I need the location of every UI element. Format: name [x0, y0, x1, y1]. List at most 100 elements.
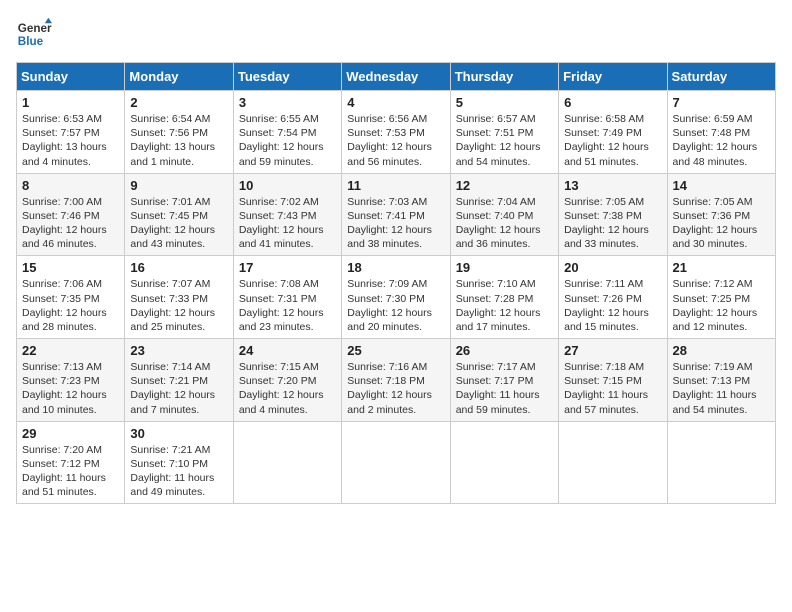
calendar-cell: 9 Sunrise: 7:01 AM Sunset: 7:45 PM Daylig…	[125, 173, 233, 256]
calendar-cell	[233, 421, 341, 504]
day-number: 26	[456, 343, 553, 358]
dow-header: Saturday	[667, 63, 775, 91]
svg-text:General: General	[18, 22, 52, 35]
day-number: 19	[456, 260, 553, 275]
day-number: 17	[239, 260, 336, 275]
day-info: Sunrise: 6:55 AM Sunset: 7:54 PM Dayligh…	[239, 112, 336, 169]
day-number: 29	[22, 426, 119, 441]
calendar-week-row: 22Sunrise: 7:13 AM Sunset: 7:23 PM Dayli…	[17, 339, 776, 422]
day-info: Sunrise: 6:58 AM Sunset: 7:49 PM Dayligh…	[564, 112, 661, 169]
day-info: Sunrise: 7:11 AM Sunset: 7:26 PM Dayligh…	[564, 277, 661, 334]
day-number: 6	[564, 95, 661, 110]
day-number: 4	[347, 95, 444, 110]
day-number: 20	[564, 260, 661, 275]
day-number: 12	[456, 178, 553, 193]
day-number: 18	[347, 260, 444, 275]
calendar-week-row: 29 Sunrise: 7:20 AM Sunset: 7:12 PM Dayli…	[17, 421, 776, 504]
calendar-week-row: 1Sunrise: 6:53 AM Sunset: 7:57 PM Daylig…	[17, 91, 776, 174]
calendar-cell: 26 Sunrise: 7:17 AM Sunset: 7:17 PM Dayli…	[450, 339, 558, 422]
dow-header: Wednesday	[342, 63, 450, 91]
day-info: Sunrise: 7:18 AM Sunset: 7:15 PM Dayligh…	[564, 360, 661, 417]
day-number: 13	[564, 178, 661, 193]
day-number: 25	[347, 343, 444, 358]
dow-header: Friday	[559, 63, 667, 91]
calendar-cell: 14Sunrise: 7:05 AM Sunset: 7:36 PM Dayli…	[667, 173, 775, 256]
calendar-cell: 21 Sunrise: 7:12 AM Sunset: 7:25 PM Dayli…	[667, 256, 775, 339]
day-number: 21	[673, 260, 770, 275]
day-info: Sunrise: 6:56 AM Sunset: 7:53 PM Dayligh…	[347, 112, 444, 169]
day-info: Sunrise: 7:03 AM Sunset: 7:41 PM Dayligh…	[347, 195, 444, 252]
calendar-cell: 16 Sunrise: 7:07 AM Sunset: 7:33 PM Dayli…	[125, 256, 233, 339]
calendar-cell: 19 Sunrise: 7:10 AM Sunset: 7:28 PM Dayli…	[450, 256, 558, 339]
day-info: Sunrise: 7:04 AM Sunset: 7:40 PM Dayligh…	[456, 195, 553, 252]
day-number: 5	[456, 95, 553, 110]
dow-header: Sunday	[17, 63, 125, 91]
day-info: Sunrise: 7:12 AM Sunset: 7:25 PM Dayligh…	[673, 277, 770, 334]
day-number: 8	[22, 178, 119, 193]
day-number: 11	[347, 178, 444, 193]
day-info: Sunrise: 6:57 AM Sunset: 7:51 PM Dayligh…	[456, 112, 553, 169]
calendar-cell: 24 Sunrise: 7:15 AM Sunset: 7:20 PM Dayli…	[233, 339, 341, 422]
calendar-cell	[342, 421, 450, 504]
calendar-cell: 28 Sunrise: 7:19 AM Sunset: 7:13 PM Dayli…	[667, 339, 775, 422]
calendar-week-row: 15 Sunrise: 7:06 AM Sunset: 7:35 PM Dayli…	[17, 256, 776, 339]
day-info: Sunrise: 7:07 AM Sunset: 7:33 PM Dayligh…	[130, 277, 227, 334]
calendar-cell	[450, 421, 558, 504]
calendar-cell: 17 Sunrise: 7:08 AM Sunset: 7:31 PM Dayli…	[233, 256, 341, 339]
calendar-body: 1Sunrise: 6:53 AM Sunset: 7:57 PM Daylig…	[17, 91, 776, 504]
calendar-cell: 11 Sunrise: 7:03 AM Sunset: 7:41 PM Dayli…	[342, 173, 450, 256]
day-number: 7	[673, 95, 770, 110]
calendar-cell: 7 Sunrise: 6:59 AM Sunset: 7:48 PM Daylig…	[667, 91, 775, 174]
day-info: Sunrise: 7:17 AM Sunset: 7:17 PM Dayligh…	[456, 360, 553, 417]
day-number: 3	[239, 95, 336, 110]
day-number: 2	[130, 95, 227, 110]
logo: General Blue	[16, 16, 52, 52]
calendar-cell: 4 Sunrise: 6:56 AM Sunset: 7:53 PM Daylig…	[342, 91, 450, 174]
day-number: 16	[130, 260, 227, 275]
calendar-cell: 3 Sunrise: 6:55 AM Sunset: 7:54 PM Daylig…	[233, 91, 341, 174]
svg-text:Blue: Blue	[18, 35, 44, 48]
day-info: Sunrise: 7:10 AM Sunset: 7:28 PM Dayligh…	[456, 277, 553, 334]
calendar-cell: 27 Sunrise: 7:18 AM Sunset: 7:15 PM Dayli…	[559, 339, 667, 422]
day-number: 23	[130, 343, 227, 358]
day-info: Sunrise: 7:21 AM Sunset: 7:10 PM Dayligh…	[130, 443, 227, 500]
day-info: Sunrise: 6:54 AM Sunset: 7:56 PM Dayligh…	[130, 112, 227, 169]
calendar-cell: 30 Sunrise: 7:21 AM Sunset: 7:10 PM Dayli…	[125, 421, 233, 504]
day-number: 9	[130, 178, 227, 193]
calendar-week-row: 8Sunrise: 7:00 AM Sunset: 7:46 PM Daylig…	[17, 173, 776, 256]
day-number: 24	[239, 343, 336, 358]
day-number: 14	[673, 178, 770, 193]
calendar-cell: 15 Sunrise: 7:06 AM Sunset: 7:35 PM Dayli…	[17, 256, 125, 339]
day-info: Sunrise: 7:06 AM Sunset: 7:35 PM Dayligh…	[22, 277, 119, 334]
calendar-cell: 22Sunrise: 7:13 AM Sunset: 7:23 PM Dayli…	[17, 339, 125, 422]
calendar-table: SundayMondayTuesdayWednesdayThursdayFrid…	[16, 62, 776, 504]
logo-icon: General Blue	[16, 16, 52, 52]
day-info: Sunrise: 7:20 AM Sunset: 7:12 PM Dayligh…	[22, 443, 119, 500]
dow-header: Thursday	[450, 63, 558, 91]
calendar-cell: 5 Sunrise: 6:57 AM Sunset: 7:51 PM Daylig…	[450, 91, 558, 174]
calendar-cell: 29 Sunrise: 7:20 AM Sunset: 7:12 PM Dayli…	[17, 421, 125, 504]
day-number: 1	[22, 95, 119, 110]
day-info: Sunrise: 7:09 AM Sunset: 7:30 PM Dayligh…	[347, 277, 444, 334]
day-number: 28	[673, 343, 770, 358]
calendar-cell: 20 Sunrise: 7:11 AM Sunset: 7:26 PM Dayli…	[559, 256, 667, 339]
day-number: 27	[564, 343, 661, 358]
calendar-cell: 12 Sunrise: 7:04 AM Sunset: 7:40 PM Dayli…	[450, 173, 558, 256]
calendar-cell: 18 Sunrise: 7:09 AM Sunset: 7:30 PM Dayli…	[342, 256, 450, 339]
day-number: 15	[22, 260, 119, 275]
day-info: Sunrise: 7:15 AM Sunset: 7:20 PM Dayligh…	[239, 360, 336, 417]
day-number: 10	[239, 178, 336, 193]
day-info: Sunrise: 7:19 AM Sunset: 7:13 PM Dayligh…	[673, 360, 770, 417]
calendar-cell: 2 Sunrise: 6:54 AM Sunset: 7:56 PM Daylig…	[125, 91, 233, 174]
calendar-cell: 8Sunrise: 7:00 AM Sunset: 7:46 PM Daylig…	[17, 173, 125, 256]
calendar-cell: 25Sunrise: 7:16 AM Sunset: 7:18 PM Dayli…	[342, 339, 450, 422]
calendar-cell	[559, 421, 667, 504]
day-info: Sunrise: 7:08 AM Sunset: 7:31 PM Dayligh…	[239, 277, 336, 334]
day-info: Sunrise: 6:59 AM Sunset: 7:48 PM Dayligh…	[673, 112, 770, 169]
day-number: 30	[130, 426, 227, 441]
days-of-week-row: SundayMondayTuesdayWednesdayThursdayFrid…	[17, 63, 776, 91]
day-info: Sunrise: 7:14 AM Sunset: 7:21 PM Dayligh…	[130, 360, 227, 417]
day-info: Sunrise: 7:01 AM Sunset: 7:45 PM Dayligh…	[130, 195, 227, 252]
calendar-cell: 13Sunrise: 7:05 AM Sunset: 7:38 PM Dayli…	[559, 173, 667, 256]
day-number: 22	[22, 343, 119, 358]
